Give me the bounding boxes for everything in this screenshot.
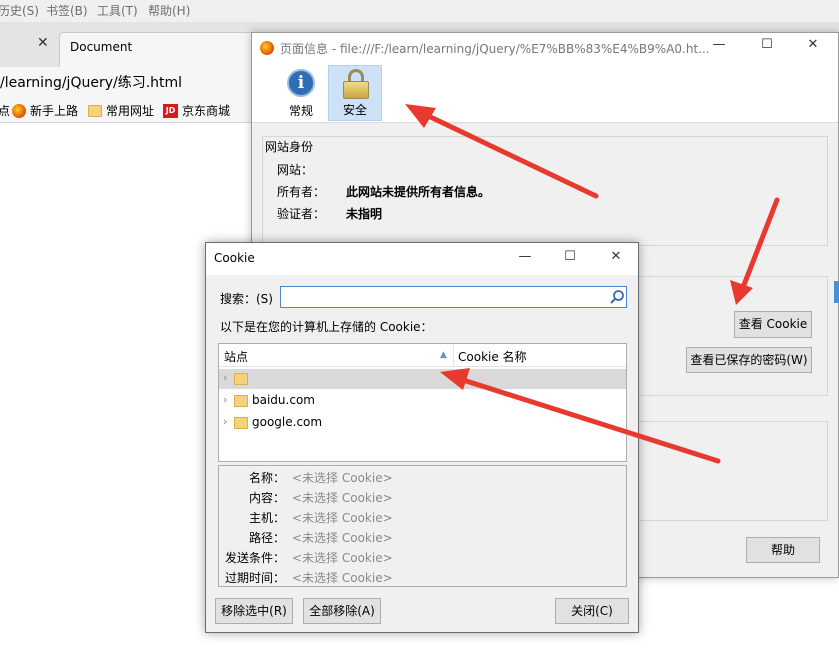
arrow-head-cookie-row [440,368,470,390]
arrow-head-view-cookie [730,280,753,305]
arrow-to-view-cookie [739,197,780,293]
annotation-arrows [405,104,780,464]
arrow-to-security-tab [417,109,599,199]
arrow-to-cookie-row [457,376,721,464]
